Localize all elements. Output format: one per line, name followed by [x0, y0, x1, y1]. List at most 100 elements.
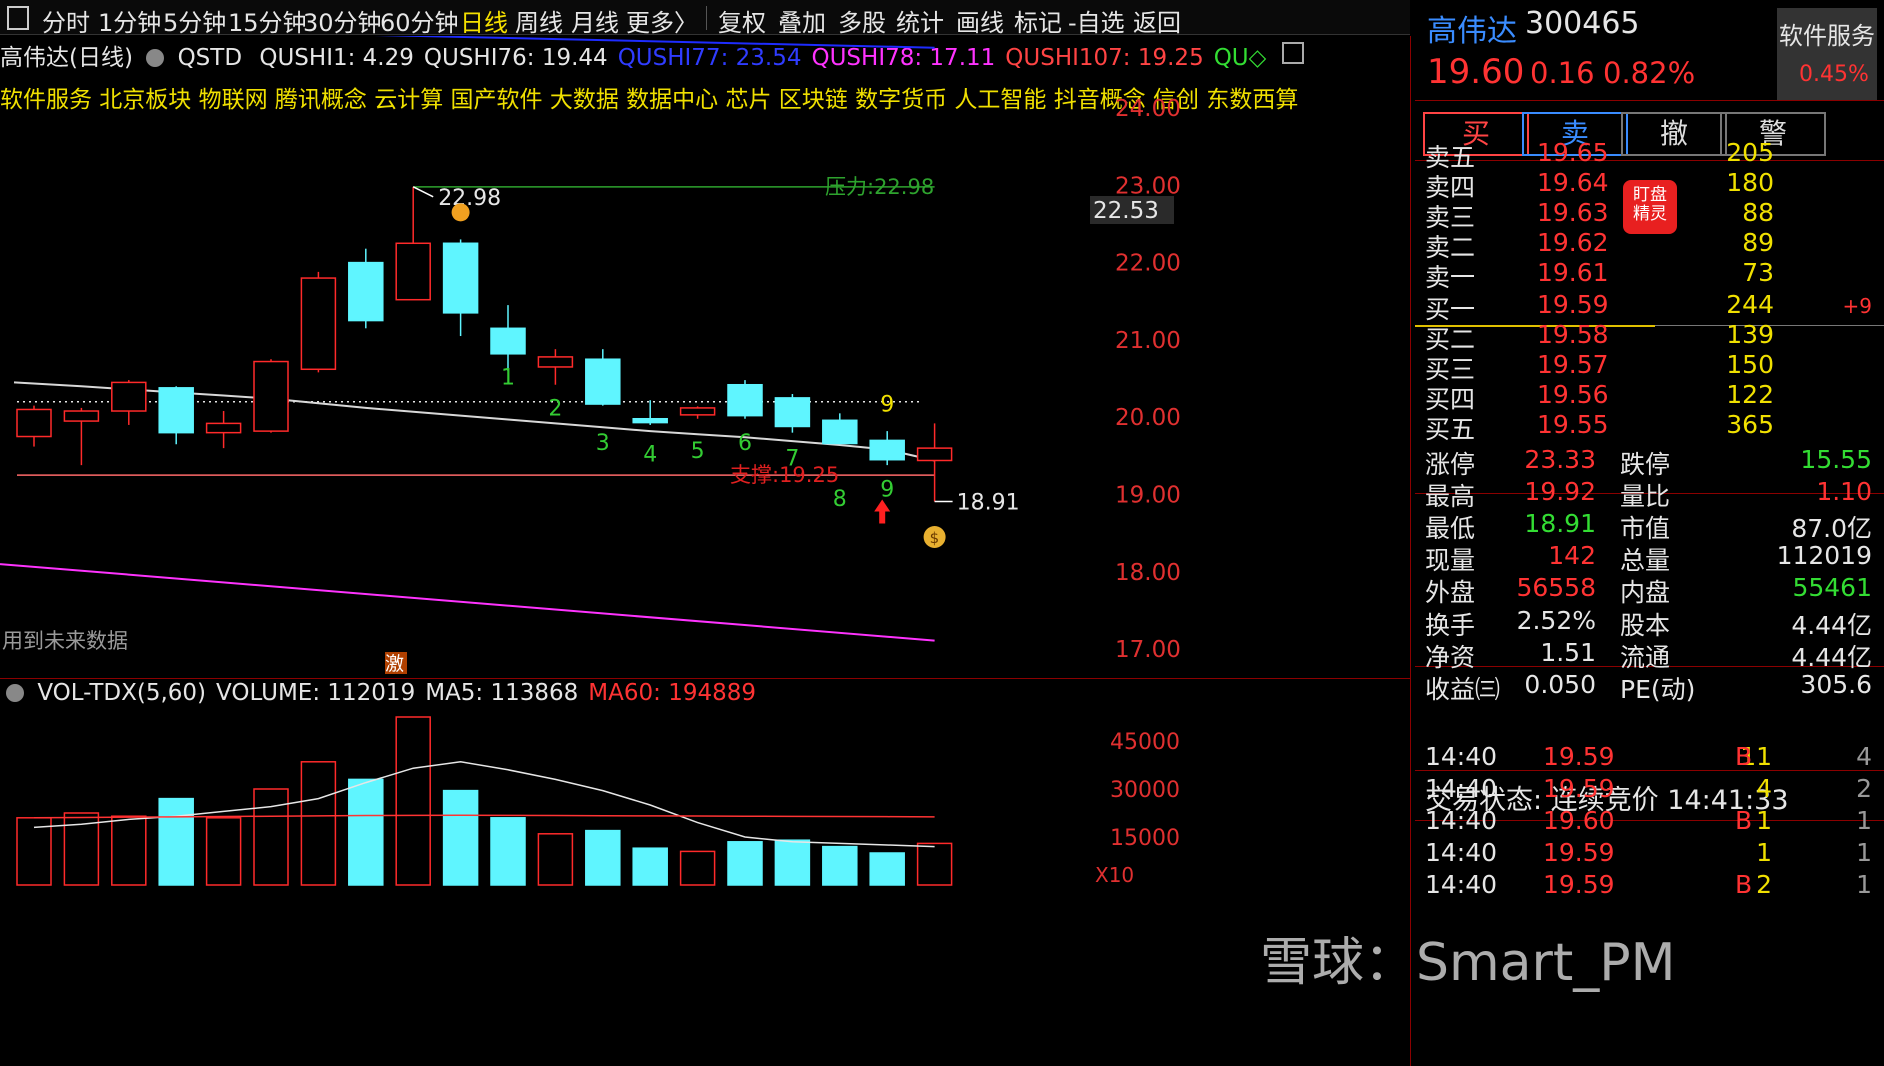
tick-volume: 4 — [1756, 774, 1772, 803]
candle[interactable] — [537, 349, 574, 385]
candle[interactable] — [395, 186, 431, 301]
tab-period-3[interactable]: 15分钟 — [228, 3, 307, 38]
volume-bar — [205, 817, 242, 886]
cancel-button[interactable]: 撤 — [1621, 112, 1727, 156]
toolbar-action-5[interactable]: 标记 — [1014, 3, 1062, 38]
tab-period-5[interactable]: 60分钟 — [380, 3, 459, 38]
ask-price: 19.65 — [1537, 138, 1609, 167]
stat-label: 换手 — [1425, 611, 1476, 640]
ask-price: 19.62 — [1537, 228, 1609, 257]
volume-bar — [632, 847, 668, 886]
tick-time: 14:40 — [1425, 838, 1498, 867]
candle[interactable] — [822, 413, 858, 445]
ask-volume: 180 — [1726, 168, 1774, 197]
stat-label: 涨停 — [1425, 450, 1476, 479]
candle[interactable] — [158, 386, 194, 445]
y-tick-label: 21.00 — [1115, 328, 1181, 354]
stat-value: 23.33 — [1524, 445, 1596, 474]
candle[interactable] — [916, 423, 953, 502]
y-tick-label: 24.00 — [1115, 96, 1181, 122]
tab-period-7[interactable]: 周线 — [515, 3, 563, 38]
toolbar-action-2[interactable]: 多股 — [838, 3, 886, 38]
candle[interactable] — [111, 380, 147, 425]
volume-bar — [869, 852, 905, 886]
price-change-pct: 0.82% — [1603, 56, 1696, 90]
toolbar-action-1[interactable]: 叠加 — [778, 3, 826, 38]
toolbar-action-0[interactable]: 复权 — [718, 3, 766, 38]
stat-value: 1.51 — [1540, 638, 1596, 667]
volume-bar — [774, 839, 811, 886]
toolbar-action-6[interactable]: -自选 — [1068, 3, 1125, 38]
bid-price: 19.55 — [1537, 410, 1609, 439]
candle[interactable] — [253, 359, 289, 433]
candle[interactable] — [632, 400, 668, 425]
bid-volume: 244 — [1726, 290, 1774, 319]
candle-body — [348, 261, 384, 322]
tab-period-2[interactable]: 5分钟 — [163, 3, 226, 38]
stat-label: 股本 — [1620, 611, 1671, 640]
candle-body — [205, 422, 242, 434]
y-tick-label: 18.00 — [1115, 560, 1181, 586]
bid-label: 买五 — [1425, 415, 1476, 444]
candle-body — [490, 327, 526, 355]
candle[interactable] — [63, 407, 100, 466]
high-label: 22.98 — [438, 186, 501, 211]
y-tick-label: 22.00 — [1115, 251, 1181, 277]
candle-body — [111, 381, 147, 412]
sector-box[interactable]: 软件服务 0.45% — [1777, 8, 1877, 100]
candle[interactable] — [16, 405, 52, 447]
candle-body — [632, 417, 668, 424]
candle[interactable] — [679, 406, 716, 419]
ask-price: 19.64 — [1537, 168, 1609, 197]
sidebar-toggle-icon[interactable] — [0, 0, 30, 34]
tab-period-9[interactable]: 更多〉 — [626, 3, 698, 38]
collapse-icon[interactable] — [6, 684, 24, 702]
volume-bar — [679, 850, 716, 886]
toolbar-action-7[interactable]: 返回 — [1133, 3, 1181, 38]
stat-label: 净资 — [1425, 643, 1476, 672]
tab-period-1[interactable]: 1分钟 — [98, 3, 161, 38]
tick-time: 14:40 — [1425, 742, 1498, 771]
stat-value: 19.92 — [1524, 477, 1596, 506]
candle-body — [253, 360, 289, 432]
volume-header-0: VOL-TDX(5,60) — [37, 680, 207, 706]
candle[interactable] — [490, 305, 526, 371]
tab-period-0[interactable]: 分时 — [42, 3, 90, 38]
tick-count: 4 — [1856, 742, 1872, 771]
tick-price: 19.59 — [1543, 870, 1615, 899]
candle[interactable] — [585, 349, 621, 406]
volume-bar — [490, 817, 526, 886]
volume-chart[interactable]: 45000 30000 15000 X10 — [0, 710, 1410, 1066]
ask-volume: 89 — [1742, 228, 1774, 257]
sequence-label: 1 — [501, 365, 515, 390]
candle[interactable] — [869, 431, 905, 466]
watch-sprite-badge[interactable]: 盯盘精灵 — [1623, 180, 1677, 234]
sequence-label: 6 — [738, 431, 752, 456]
ask-price: 19.63 — [1537, 198, 1609, 227]
high-arrow — [412, 186, 434, 198]
candle[interactable] — [300, 271, 337, 373]
stat-label: 总量 — [1620, 546, 1671, 575]
marker-char: 激 — [385, 653, 404, 675]
tab-period-4[interactable]: 30分钟 — [303, 3, 382, 38]
tab-period-8[interactable]: 月线 — [571, 3, 619, 38]
candle[interactable] — [727, 380, 763, 419]
candlestick-chart[interactable]: 24.00 23.00 22.00 21.00 20.00 19.00 18.00 17.00… — [0, 36, 1410, 678]
volume-header-2: MA5: 113868 — [425, 680, 579, 706]
ask-price: 19.61 — [1537, 258, 1609, 287]
candle[interactable] — [348, 248, 384, 329]
volume-bar — [348, 778, 384, 886]
candle[interactable] — [774, 394, 811, 433]
tab-period-6[interactable]: 日线 — [460, 3, 508, 38]
top-toolbar: 分时 1分钟 5分钟 15分钟 30分钟 60分钟 日线 周线 月线 更多〉 复权 叠加 多股 统计 画线标… — [0, 0, 1410, 38]
candle[interactable] — [442, 239, 479, 337]
volume-bar — [111, 815, 147, 886]
toolbar-action-4[interactable]: 画线 — [956, 3, 1004, 38]
quote-panel: 高伟达 300465 19.60 0.16 0.82% 软件服务 0.45% 买… — [1415, 0, 1884, 1066]
candle[interactable] — [205, 411, 242, 449]
volume-bar — [158, 797, 194, 886]
tick-count: 2 — [1856, 774, 1872, 803]
toolbar-action-3[interactable]: 统计 — [896, 3, 944, 38]
tick-volume: 1 — [1756, 806, 1772, 835]
sequence-label: 8 — [833, 487, 847, 512]
